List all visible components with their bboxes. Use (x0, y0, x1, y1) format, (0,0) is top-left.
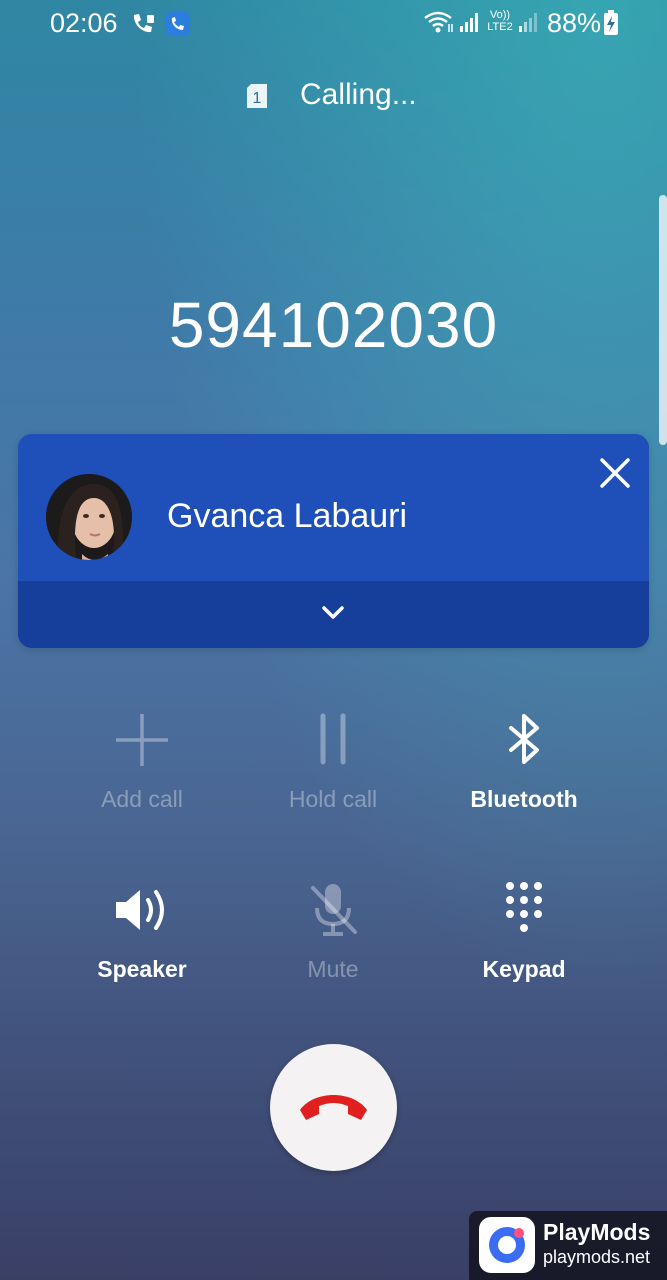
signal-2-icon (519, 13, 537, 32)
signal-icon (460, 13, 478, 32)
keypad-icon (506, 882, 542, 932)
call-status: Calling... (300, 78, 417, 111)
pause-icon (320, 713, 346, 765)
speaker-button[interactable]: Speaker (57, 880, 227, 1000)
volte-indicator: Vo)) LTE2 (485, 9, 515, 33)
contact-name: Gvanca Labauri (167, 497, 408, 535)
chevron-down-icon[interactable] (308, 594, 358, 634)
end-call-button[interactable] (270, 1044, 397, 1171)
close-icon[interactable] (590, 448, 640, 498)
add-call-label: Add call (101, 786, 183, 812)
bluetooth-label: Bluetooth (470, 786, 578, 812)
avatar-image (46, 474, 132, 560)
mute-label: Mute (307, 956, 359, 982)
sim-slot-number: 1 (253, 90, 262, 107)
bluetooth-button[interactable]: Bluetooth (439, 710, 609, 830)
battery-charging-icon (604, 10, 618, 35)
playmods-logo-icon (483, 1221, 531, 1269)
scroll-handle[interactable] (659, 195, 667, 445)
playmods-logo (479, 1217, 535, 1273)
watermark-title: PlayMods (543, 1219, 651, 1245)
speaker-label: Speaker (97, 956, 187, 982)
dialed-number: 594102030 (168, 289, 499, 361)
lte-label: LTE2 (487, 21, 513, 33)
keypad-button[interactable]: Keypad (439, 880, 609, 1000)
watermark: PlayMods playmods.net (469, 1211, 667, 1280)
status-bar: 02:06 Vo)) LTE2 88% (0, 0, 667, 46)
hold-call-label: Hold call (288, 786, 378, 812)
keypad-label: Keypad (482, 956, 566, 982)
volte-label: Vo)) (489, 9, 511, 21)
battery-percent: 88% (547, 8, 602, 38)
card-header: Gvanca Labauri (18, 434, 649, 581)
speaker-icon (116, 890, 164, 930)
plus-icon (116, 714, 168, 766)
status-time: 02:06 (50, 8, 118, 38)
sim-1-icon: 1 (247, 84, 267, 108)
watermark-subtitle: playmods.net (543, 1247, 651, 1267)
mute-button[interactable]: Mute (248, 880, 418, 1000)
contact-avatar (46, 474, 132, 560)
phone-hangup-icon (300, 1095, 367, 1120)
hold-call-button[interactable]: Hold call (248, 710, 418, 830)
mic-off-icon (311, 884, 357, 936)
wifi-icon (424, 11, 453, 33)
contact-suggestion-card[interactable]: Gvanca Labauri (18, 434, 649, 648)
call-icon (133, 14, 154, 33)
add-call-button[interactable]: Add call (57, 710, 227, 830)
wifi-call-icon (166, 12, 190, 36)
bluetooth-icon (509, 714, 539, 764)
card-expand-bar[interactable] (18, 581, 649, 648)
